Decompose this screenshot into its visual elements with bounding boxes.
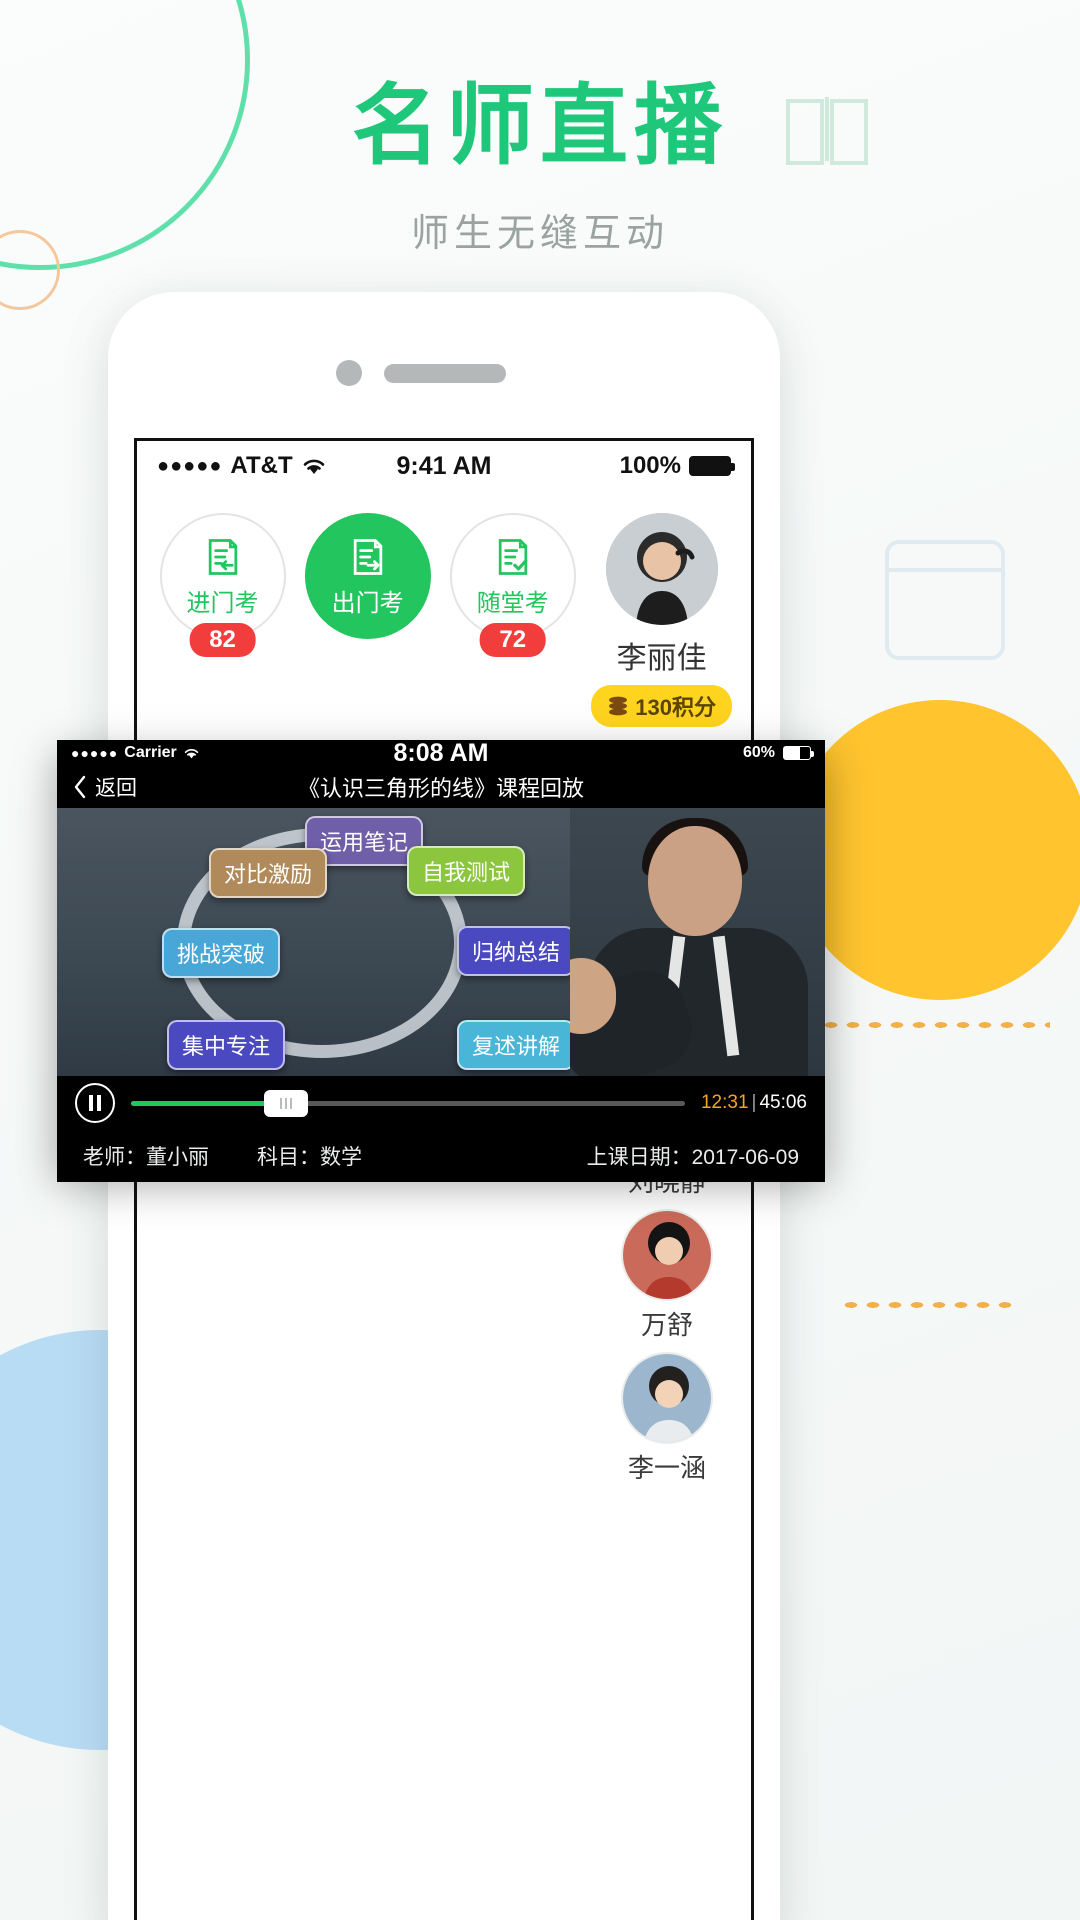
speaker-grille (384, 364, 506, 383)
avatar[interactable] (605, 513, 718, 625)
exam-item-exit[interactable]: 出门考 (300, 513, 435, 639)
list-item[interactable]: 李一涵 (621, 1352, 713, 1485)
carrier-label: Carrier (124, 744, 177, 761)
exam-quiz-icon (498, 538, 528, 575)
page-header: 名师直播 师生无缝互动 (0, 76, 1080, 257)
mindmap-card: 自我测试 (407, 846, 526, 896)
signal-dots-icon: ●●●●● (157, 454, 223, 477)
points-label: 130积分 (635, 695, 716, 720)
decor-dotted-line-2 (840, 1300, 1020, 1310)
list-item[interactable]: 万舒 (621, 1209, 713, 1342)
progress-fill (131, 1100, 287, 1106)
time-display: 12:31 | 45:06 (701, 1092, 807, 1114)
mindmap-card: 对比激励 (209, 848, 328, 898)
exam-out-icon (353, 538, 382, 575)
mindmap-card: 归纳总结 (457, 926, 576, 976)
decor-orange-circle (790, 700, 1080, 1000)
time-separator: | (751, 1092, 757, 1113)
avatar[interactable] (621, 1352, 713, 1444)
page-subtitle: 师生无缝互动 (410, 213, 669, 256)
battery-icon (689, 456, 735, 476)
video-player-overlay: ●●●●● Carrier 8:08 AM 60% 返回 《认识三角形的线》课程… (57, 738, 825, 1182)
mindmap-card: 复述讲解 (457, 1020, 576, 1070)
student-name: 万舒 (640, 1310, 693, 1340)
date-value: 2017-06-09 (691, 1146, 799, 1169)
progress-scrubber[interactable] (131, 1089, 685, 1117)
teacher-video-feed (570, 808, 825, 1076)
exam-item-entry[interactable]: 进门考 82 (155, 513, 290, 657)
total-time: 45:06 (759, 1092, 807, 1113)
decor-dotted-line (820, 1020, 1050, 1030)
phone-top-bezel (108, 292, 780, 438)
battery-icon (783, 746, 814, 760)
date-info: 上课日期：2017-06-09 (587, 1141, 799, 1171)
video-controls: 12:31 | 45:06 (57, 1076, 825, 1130)
current-time: 12:31 (700, 1092, 749, 1113)
subject-info: 科目：数学 (257, 1141, 362, 1171)
exam-badge-entry: 82 (189, 623, 256, 657)
decor-cylinder (885, 540, 1005, 660)
exam-label-exit: 出门考 (331, 589, 404, 617)
signal-dots-icon: ●●●●● (71, 745, 119, 761)
scrubber-handle[interactable] (264, 1089, 309, 1117)
battery-percent-label: 60% (742, 744, 775, 761)
exam-item-quiz[interactable]: 随堂考 72 (445, 513, 580, 657)
teacher-name: 董小丽 (146, 1146, 209, 1169)
exam-badge-quiz: 72 (479, 623, 547, 657)
video-status-bar: ●●●●● Carrier 8:08 AM 60% (57, 738, 825, 767)
status-time: 8:08 AM (393, 738, 489, 767)
video-title: 《认识三角形的线》课程回放 (297, 776, 584, 801)
date-label: 上课日期： (586, 1146, 692, 1169)
exam-circle-entry[interactable]: 进门考 (159, 513, 286, 639)
video-meta-bar: 老师：董小丽 科目：数学 上课日期：2017-06-09 (57, 1130, 825, 1182)
pause-button[interactable] (75, 1083, 115, 1123)
subject-label: 科目： (257, 1146, 320, 1169)
camera-dot (336, 360, 362, 386)
mindmap-card: 集中专注 (167, 1020, 286, 1070)
teacher-label: 老师： (83, 1146, 146, 1169)
teacher-info: 老师：董小丽 (83, 1141, 209, 1171)
exam-label-entry: 进门考 (186, 589, 259, 617)
exam-label-quiz: 随堂考 (476, 589, 549, 617)
exam-circle-quiz[interactable]: 随堂考 (449, 513, 576, 639)
mindmap-card: 挑战突破 (162, 928, 281, 978)
wifi-icon (184, 748, 199, 758)
phone-status-bar: ●●●●● AT&T 9:41 AM 100% (137, 441, 751, 491)
exam-in-icon (208, 538, 237, 575)
status-badge[interactable]: 130积分 (591, 685, 732, 727)
page-title: 名师直播 (351, 76, 728, 175)
student-name: 李一涵 (627, 1453, 706, 1483)
wifi-icon (303, 459, 324, 474)
exam-circle-exit[interactable]: 出门考 (304, 513, 431, 639)
carrier-label: AT&T (230, 452, 293, 479)
exam-shortcut-row: 进门考 82 出门考 随堂考 72 李丽佳 130积分 (137, 491, 751, 727)
user-name: 李丽佳 (616, 642, 707, 675)
battery-percent-label: 100% (619, 452, 681, 479)
coin-stack-icon (609, 696, 628, 716)
video-stage[interactable]: 运用笔记 对比激励 自我测试 挑战突破 归纳总结 集中专注 复述讲解 (57, 808, 825, 1076)
user-profile[interactable]: 李丽佳 130积分 (590, 513, 733, 727)
subject-name: 数学 (320, 1146, 362, 1169)
avatar[interactable] (621, 1209, 713, 1301)
status-time: 9:41 AM (396, 451, 492, 480)
video-title-bar: 返回 《认识三角形的线》课程回放 (57, 766, 825, 808)
